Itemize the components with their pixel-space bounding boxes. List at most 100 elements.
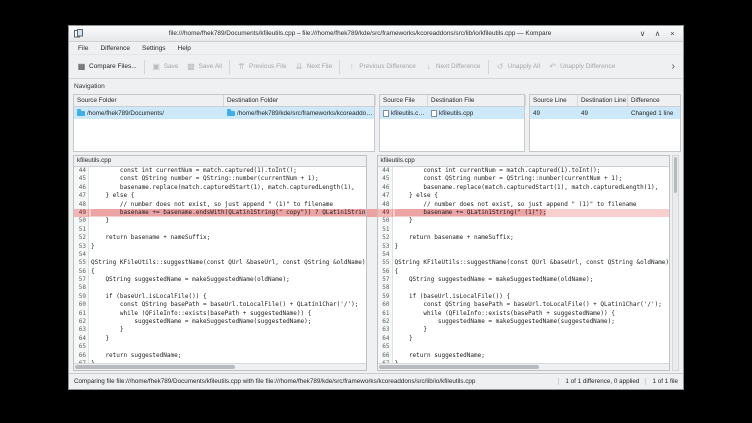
source-code-area[interactable]: 44 const int currentNum = match.captured… (74, 167, 366, 363)
line-number: 45 (378, 175, 393, 183)
line-number: 64 (378, 335, 393, 343)
destination-diff-pane: kfileutils.cpp 44 const int currentNum =… (377, 155, 671, 371)
save-button: ▣Save (148, 58, 183, 76)
source-horizontal-scrollbar[interactable] (74, 363, 366, 370)
code-text: const int currentNum = match.captured(1)… (393, 167, 670, 175)
toolbar-overflow-icon[interactable]: › (668, 61, 679, 72)
diff-vertical-scrollbar[interactable] (672, 155, 679, 371)
next-difference-icon: ↓ (424, 62, 433, 71)
status-files: 1 of 1 file (645, 378, 678, 385)
toolbar-button-label: Compare Files... (89, 63, 137, 70)
scrollbar-thumb[interactable] (674, 157, 677, 193)
line-number: 52 (378, 234, 393, 242)
save-all-button: ▩Save All (183, 58, 227, 76)
code-text: } else { (89, 192, 366, 200)
code-line: 54 (378, 251, 670, 259)
code-text: return basename + nameSuffix; (89, 234, 366, 242)
scrollbar-thumb[interactable] (75, 365, 235, 369)
status-message: Comparing file file:///home/fhek789/Docu… (74, 378, 552, 385)
kompare-window: file:///home/fhek789/Documents/kfileutil… (68, 25, 684, 390)
save-icon: ▣ (152, 62, 161, 71)
save-all-icon: ▩ (187, 62, 196, 71)
maximize-icon[interactable]: ∧ (652, 29, 663, 38)
navigation-dock-title: Navigation (74, 83, 105, 90)
line-number: 60 (378, 301, 393, 309)
source-folder-column-header[interactable]: Source Folder (74, 95, 224, 106)
menu-settings[interactable]: Settings (136, 45, 172, 52)
code-text: QString suggestedName = makeSuggestedNam… (89, 276, 366, 284)
next-file-icon: ⇊ (295, 62, 304, 71)
statusbar: Comparing file file:///home/fhek789/Docu… (69, 373, 683, 389)
code-line: 48 // number does not exist, so just app… (74, 201, 366, 209)
code-text: } (393, 335, 670, 343)
code-text: const QString basePath = baseUrl.toLocal… (393, 301, 670, 309)
code-line: 60 const QString basePath = baseUrl.toLo… (74, 301, 366, 309)
code-text: } (89, 243, 366, 251)
line-number: 54 (74, 251, 89, 259)
line-number: 49 (378, 209, 393, 217)
code-text: QString suggestedName = makeSuggestedNam… (393, 276, 670, 284)
line-number: 66 (378, 352, 393, 360)
line-number: 65 (74, 343, 89, 351)
menu-difference[interactable]: Difference (94, 45, 136, 52)
code-text: const QString basePath = baseUrl.toLocal… (89, 301, 366, 309)
code-text: return suggestedName; (393, 352, 670, 360)
source-folder-cell: /home/fhek789/Documents/ (74, 107, 224, 119)
code-line: 57 QString suggestedName = makeSuggested… (74, 276, 366, 284)
lines-selected-row[interactable]: 49 49 Changed 1 line (530, 107, 680, 119)
folders-selected-row[interactable]: /home/fhek789/Documents/ /home/fhek789/k… (74, 107, 374, 119)
code-line: 48 // number does not exist, so just app… (378, 201, 670, 209)
code-line: 64 } (378, 335, 670, 343)
menu-help[interactable]: Help (172, 45, 197, 52)
destination-code-area[interactable]: 44 const int currentNum = match.captured… (378, 167, 670, 363)
code-text: { (89, 268, 366, 276)
changed-code-line[interactable]: 49 basename += basename.endsWith(QLatin1… (74, 209, 366, 217)
code-line: 60 const QString basePath = baseUrl.toLo… (378, 301, 670, 309)
line-number: 61 (74, 310, 89, 318)
previous-file-icon: ⇈ (237, 62, 246, 71)
destination-file-column-header[interactable]: Destination File (428, 95, 526, 106)
difference-column-header[interactable]: Difference (628, 95, 682, 106)
navigation-dock-header[interactable]: Navigation (69, 79, 683, 94)
navigation-files-panel: Source File Destination File kfileutils.… (379, 94, 525, 152)
line-number: 48 (74, 201, 89, 209)
code-text: } else { (393, 192, 670, 200)
line-number: 48 (378, 201, 393, 209)
changed-code-line[interactable]: 49 basename += QLatin1String(" (1)"); (378, 209, 670, 217)
code-text: const QString number = QString::number(c… (393, 175, 670, 183)
previous-difference-button: ↑Previous Difference (343, 58, 420, 76)
destination-horizontal-scrollbar[interactable] (378, 363, 670, 370)
unapply-difference-icon: ↶ (548, 62, 557, 71)
code-line: 59 if (baseUrl.isLocalFile()) { (74, 293, 366, 301)
code-line: 61 while (QFileInfo::exists(basePath + s… (378, 310, 670, 318)
code-line: 46 basename.replace(match.capturedStart(… (74, 184, 366, 192)
code-line: 65 (74, 343, 366, 351)
code-text (89, 251, 366, 259)
compare-files-button[interactable]: ▦Compare Files... (73, 58, 141, 76)
file-icon (383, 110, 389, 117)
previous-file-button: ⇈Previous File (233, 58, 291, 76)
code-line: 50 } (74, 217, 366, 225)
destination-folder-column-header[interactable]: Destination Folder (224, 95, 376, 106)
code-text: } (89, 335, 366, 343)
line-number: 58 (378, 284, 393, 292)
minimize-icon[interactable]: ∨ (637, 29, 648, 38)
files-selected-row[interactable]: kfileutils.cpp kfileutils.cpp (380, 107, 524, 119)
line-number: 49 (74, 209, 89, 217)
menu-file[interactable]: File (72, 45, 94, 52)
code-text: { (393, 268, 670, 276)
compare-files-icon: ▦ (77, 62, 86, 71)
destination-line-column-header[interactable]: Destination Line (578, 95, 628, 106)
source-file-column-header[interactable]: Source File (380, 95, 428, 106)
line-number: 52 (74, 234, 89, 242)
code-line: 61 while (QFileInfo::exists(basePath + s… (74, 310, 366, 318)
titlebar[interactable]: file:///home/fhek789/Documents/kfileutil… (69, 26, 683, 42)
source-line-column-header[interactable]: Source Line (530, 95, 578, 106)
scrollbar-thumb[interactable] (379, 365, 539, 369)
code-line: 52 return basename + nameSuffix; (378, 234, 670, 242)
code-line: 54 (74, 251, 366, 259)
line-number: 57 (378, 276, 393, 284)
next-difference-button: ↓Next Difference (420, 58, 485, 76)
close-icon[interactable]: × (667, 29, 678, 38)
diff-connector-gap (367, 155, 377, 371)
